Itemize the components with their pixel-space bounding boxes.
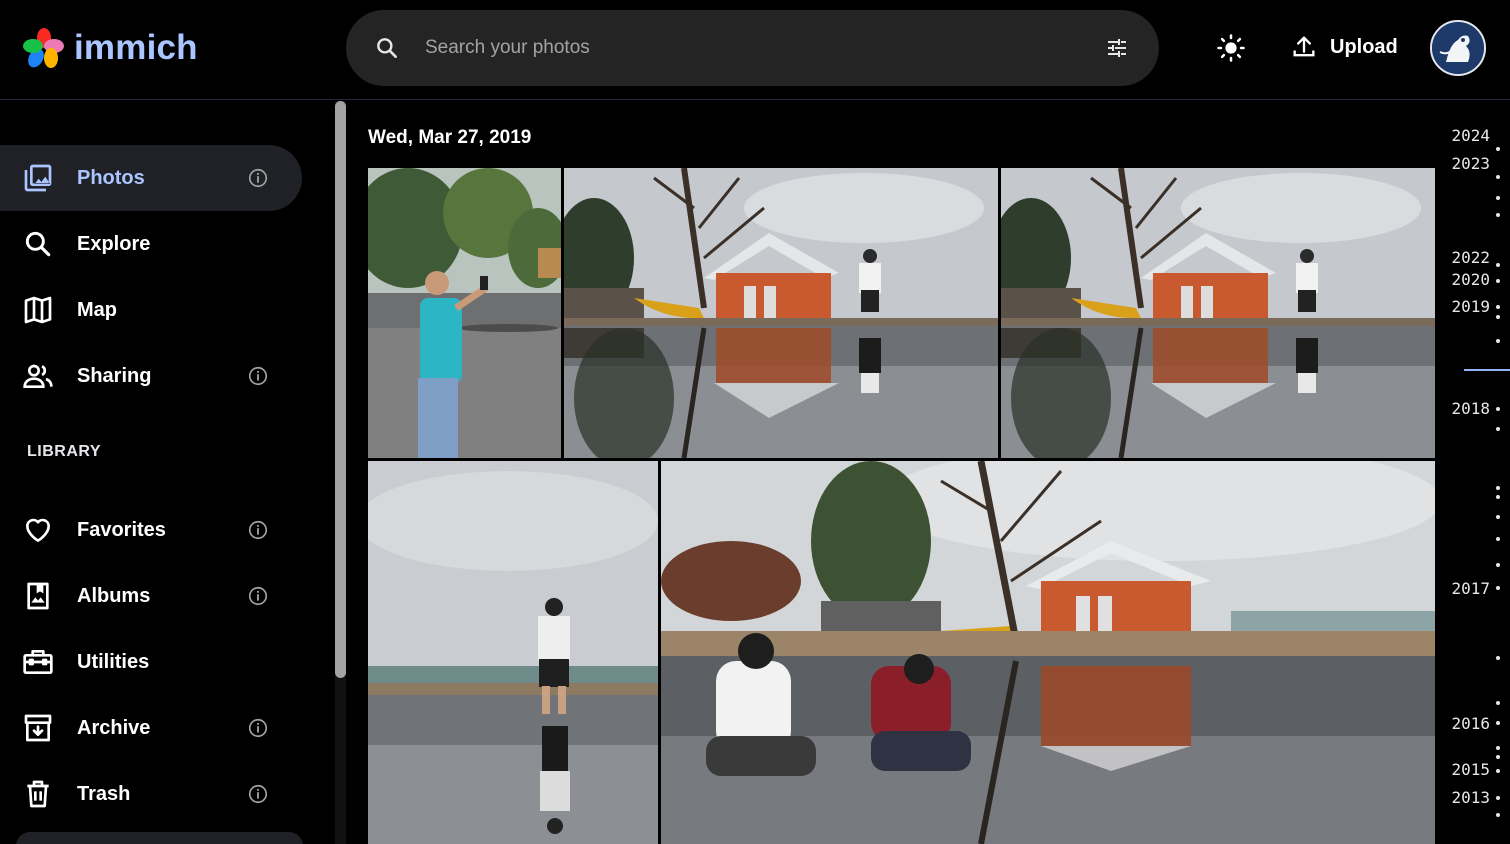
timeline-dot: [1496, 196, 1500, 200]
sun-icon[interactable]: [1214, 31, 1248, 65]
sidebar-item-label: Photos: [77, 166, 145, 189]
timeline-year[interactable]: 2016: [1451, 714, 1490, 733]
sidebar-item-label: Albums: [77, 584, 151, 607]
sidebar: Photos Explore Map Sharing LIBRARY Favor…: [0, 101, 335, 844]
timeline-dot: [1496, 746, 1500, 750]
library-section-title: LIBRARY: [27, 443, 102, 460]
timeline-dot: [1496, 563, 1500, 567]
timeline-dot: [1496, 279, 1500, 283]
timeline-year[interactable]: 2020: [1451, 270, 1490, 289]
search-input[interactable]: [425, 10, 1065, 86]
photo-thumbnail[interactable]: [661, 461, 1435, 844]
sidebar-item-utilities[interactable]: Utilities: [0, 629, 302, 695]
immich-logo-icon: [23, 28, 64, 68]
photos-icon: [24, 164, 52, 192]
heart-icon: [26, 518, 50, 542]
photo-thumbnail[interactable]: [368, 168, 561, 458]
magnify-icon: [25, 231, 51, 257]
timeline-scrubber[interactable]: 2024 2023 2022 2020 2019 2018 2017 2016 …: [1440, 101, 1510, 844]
timeline-dot: [1496, 427, 1500, 431]
app-name: immich: [74, 28, 198, 67]
timeline-dot: [1496, 586, 1500, 590]
info-icon[interactable]: [247, 519, 269, 541]
info-icon[interactable]: [247, 167, 269, 189]
timeline-year[interactable]: 2013: [1451, 788, 1490, 807]
search-bar[interactable]: [346, 10, 1159, 86]
info-icon[interactable]: [247, 717, 269, 739]
sidebar-item-label: Map: [77, 298, 117, 321]
sidebar-item-label: Archive: [77, 716, 151, 739]
people-icon: [23, 364, 53, 388]
sidebar-item-label: Sharing: [77, 364, 152, 387]
timeline-dot: [1496, 147, 1500, 151]
timeline-dot: [1496, 213, 1500, 217]
storage-panel: [16, 832, 303, 844]
timeline-year[interactable]: 2019: [1451, 297, 1490, 316]
timeline-year[interactable]: 2018: [1451, 399, 1490, 418]
upload-label: Upload: [1330, 35, 1398, 58]
timeline-year[interactable]: 2022: [1451, 248, 1490, 267]
date-group-title: Wed, Mar 27, 2019: [368, 127, 532, 148]
info-icon[interactable]: [247, 365, 269, 387]
upload-icon: [1293, 36, 1315, 57]
timeline-dot: [1496, 407, 1500, 411]
photo-thumbnail[interactable]: [1001, 168, 1435, 458]
timeline-dot: [1496, 796, 1500, 800]
scrollbar-thumb[interactable]: [335, 101, 346, 678]
timeline-dot: [1496, 769, 1500, 773]
timeline-dot: [1496, 305, 1500, 309]
timeline-year[interactable]: 2015: [1451, 760, 1490, 779]
sidebar-item-archive[interactable]: Archive: [0, 695, 302, 761]
immich-logo[interactable]: immich: [22, 26, 198, 70]
timeline-dot: [1496, 339, 1500, 343]
sidebar-item-label: Trash: [77, 782, 131, 805]
timeline-dot: [1496, 721, 1500, 725]
timeline-dot: [1496, 537, 1500, 541]
sidebar-item-label: Utilities: [77, 650, 150, 673]
album-icon: [27, 582, 49, 610]
timeline-year[interactable]: 2023: [1451, 154, 1490, 173]
sidebar-item-map[interactable]: Map: [0, 277, 302, 343]
map-icon: [24, 296, 52, 324]
photo-thumbnail[interactable]: [368, 461, 658, 844]
timeline-year[interactable]: 2017: [1451, 579, 1490, 598]
sidebar-item-label: Explore: [77, 232, 151, 255]
timeline-dot: [1496, 515, 1500, 519]
timeline-dot: [1496, 263, 1500, 267]
sidebar-item-photos[interactable]: Photos: [0, 145, 302, 211]
info-icon[interactable]: [247, 585, 269, 607]
sidebar-item-trash[interactable]: Trash: [0, 761, 302, 827]
search-icon[interactable]: [374, 35, 400, 61]
timeline-dot: [1496, 315, 1500, 319]
info-icon[interactable]: [247, 783, 269, 805]
archive-icon: [24, 714, 52, 742]
sidebar-item-explore[interactable]: Explore: [0, 211, 302, 277]
timeline-position-marker[interactable]: [1464, 369, 1510, 371]
timeline-dot: [1496, 175, 1500, 179]
timeline-dot: [1496, 486, 1500, 490]
toolbox-icon: [23, 650, 53, 674]
sidebar-item-favorites[interactable]: Favorites: [0, 497, 302, 563]
timeline-dot: [1496, 755, 1500, 759]
timeline-dot: [1496, 701, 1500, 705]
top-bar: immich Upload: [0, 0, 1510, 100]
sliders-icon[interactable]: [1104, 35, 1130, 61]
photo-thumbnail[interactable]: [564, 168, 998, 458]
timeline-year[interactable]: 2024: [1451, 126, 1490, 145]
timeline-dot: [1496, 813, 1500, 817]
avatar[interactable]: [1430, 20, 1486, 76]
upload-button[interactable]: Upload: [1290, 28, 1398, 66]
sidebar-item-albums[interactable]: Albums: [0, 563, 302, 629]
timeline-dot: [1496, 495, 1500, 499]
sidebar-item-sharing[interactable]: Sharing: [0, 343, 302, 409]
timeline-dot: [1496, 656, 1500, 660]
sidebar-item-label: Favorites: [77, 518, 166, 541]
trash-icon: [27, 780, 49, 808]
